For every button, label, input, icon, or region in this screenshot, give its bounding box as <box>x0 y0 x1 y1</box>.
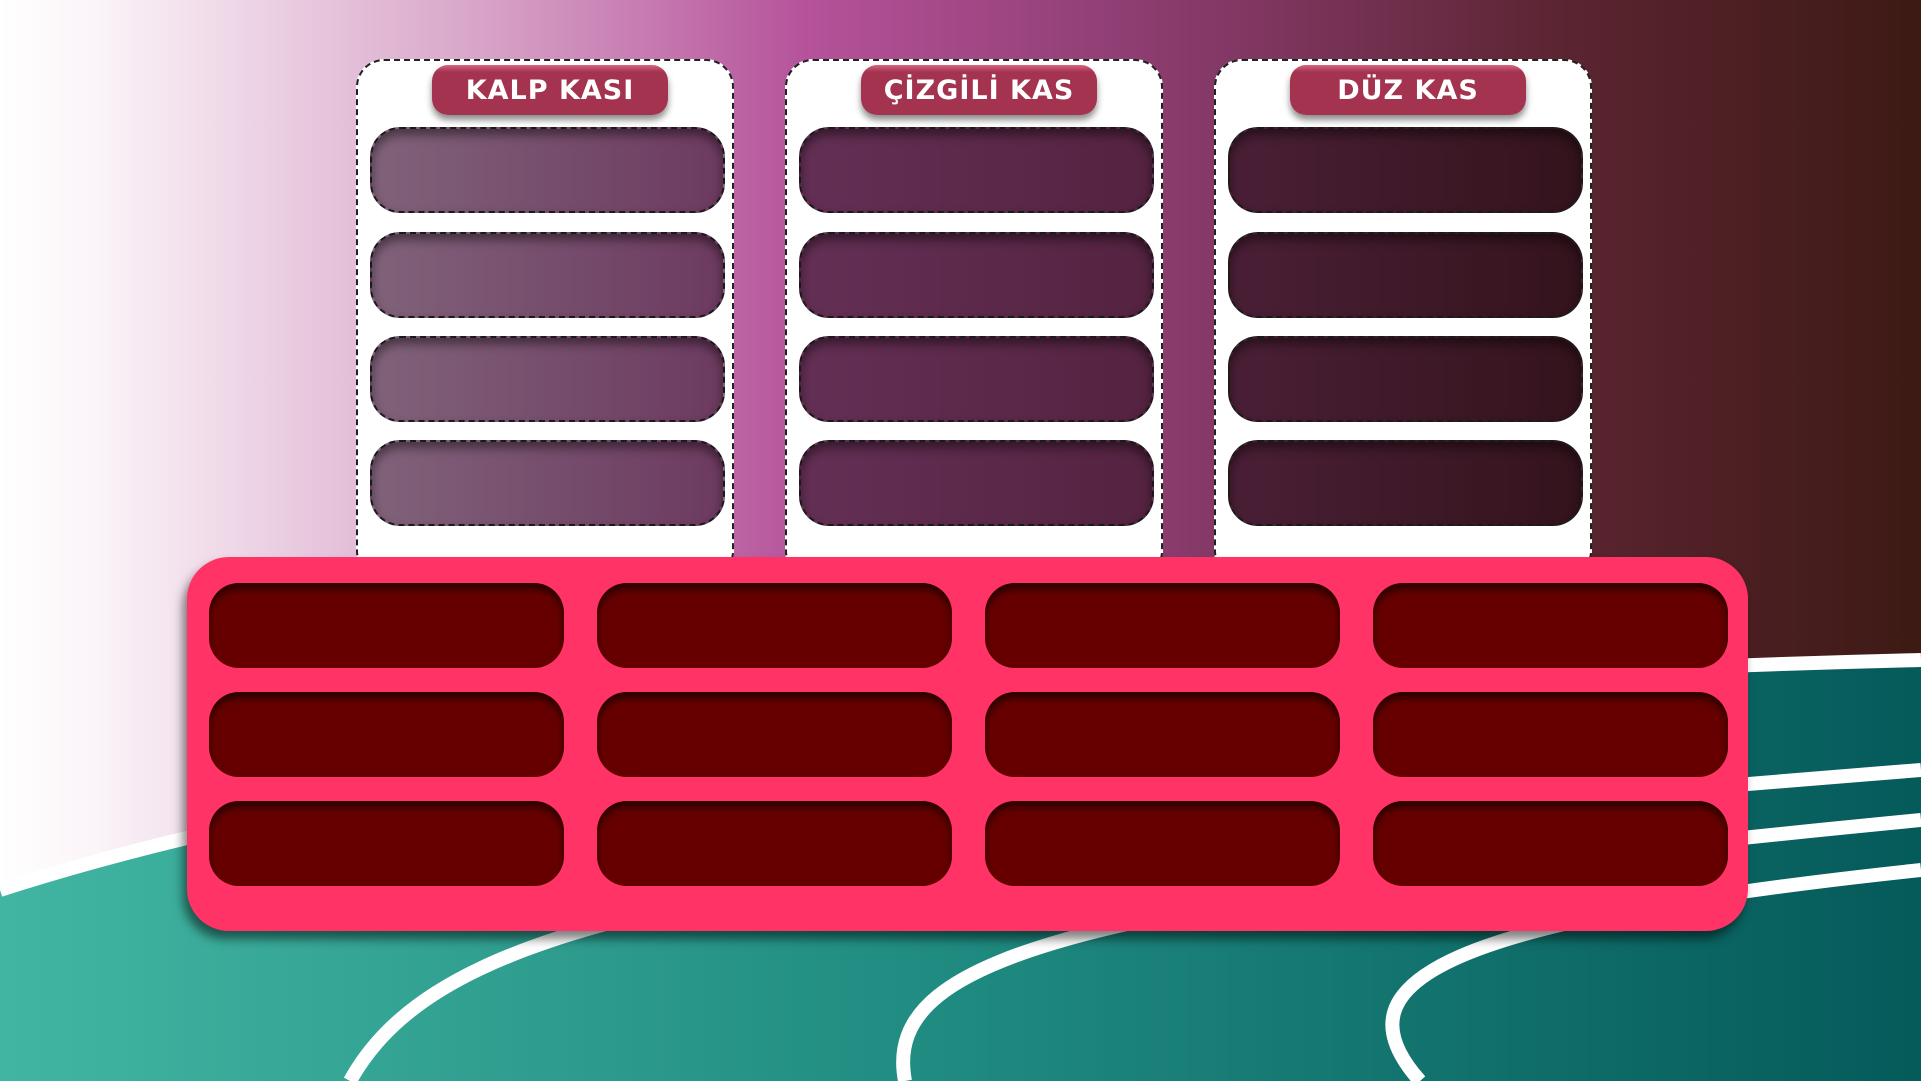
answer-card[interactable] <box>1373 692 1728 777</box>
drop-slot[interactable] <box>370 440 725 526</box>
drop-slot[interactable] <box>799 440 1154 526</box>
drop-slot[interactable] <box>1228 440 1583 526</box>
drop-slot[interactable] <box>370 127 725 213</box>
drop-slot[interactable] <box>799 232 1154 318</box>
answer-card[interactable] <box>985 801 1340 886</box>
answer-card[interactable] <box>1373 801 1728 886</box>
answer-card[interactable] <box>985 692 1340 777</box>
category-column: DÜZ KAS <box>1214 59 1592 579</box>
answer-card[interactable] <box>985 583 1340 668</box>
drop-slot[interactable] <box>799 127 1154 213</box>
category-column: KALP KASI <box>356 59 734 579</box>
answer-card[interactable] <box>209 692 564 777</box>
drop-slot[interactable] <box>1228 336 1583 422</box>
drop-slot[interactable] <box>1228 232 1583 318</box>
category-title: ÇİZGİLİ KAS <box>861 65 1097 115</box>
answer-bank-panel <box>187 557 1748 931</box>
answer-card[interactable] <box>209 801 564 886</box>
category-column: ÇİZGİLİ KAS <box>785 59 1163 579</box>
answer-card[interactable] <box>597 692 952 777</box>
answer-card[interactable] <box>209 583 564 668</box>
category-title: KALP KASI <box>432 65 668 115</box>
category-title: DÜZ KAS <box>1290 65 1526 115</box>
drop-slot[interactable] <box>1228 127 1583 213</box>
drop-slot[interactable] <box>799 336 1154 422</box>
drop-slot[interactable] <box>370 232 725 318</box>
answer-card[interactable] <box>597 583 952 668</box>
answer-card[interactable] <box>1373 583 1728 668</box>
answer-card[interactable] <box>597 801 952 886</box>
drop-slot[interactable] <box>370 336 725 422</box>
